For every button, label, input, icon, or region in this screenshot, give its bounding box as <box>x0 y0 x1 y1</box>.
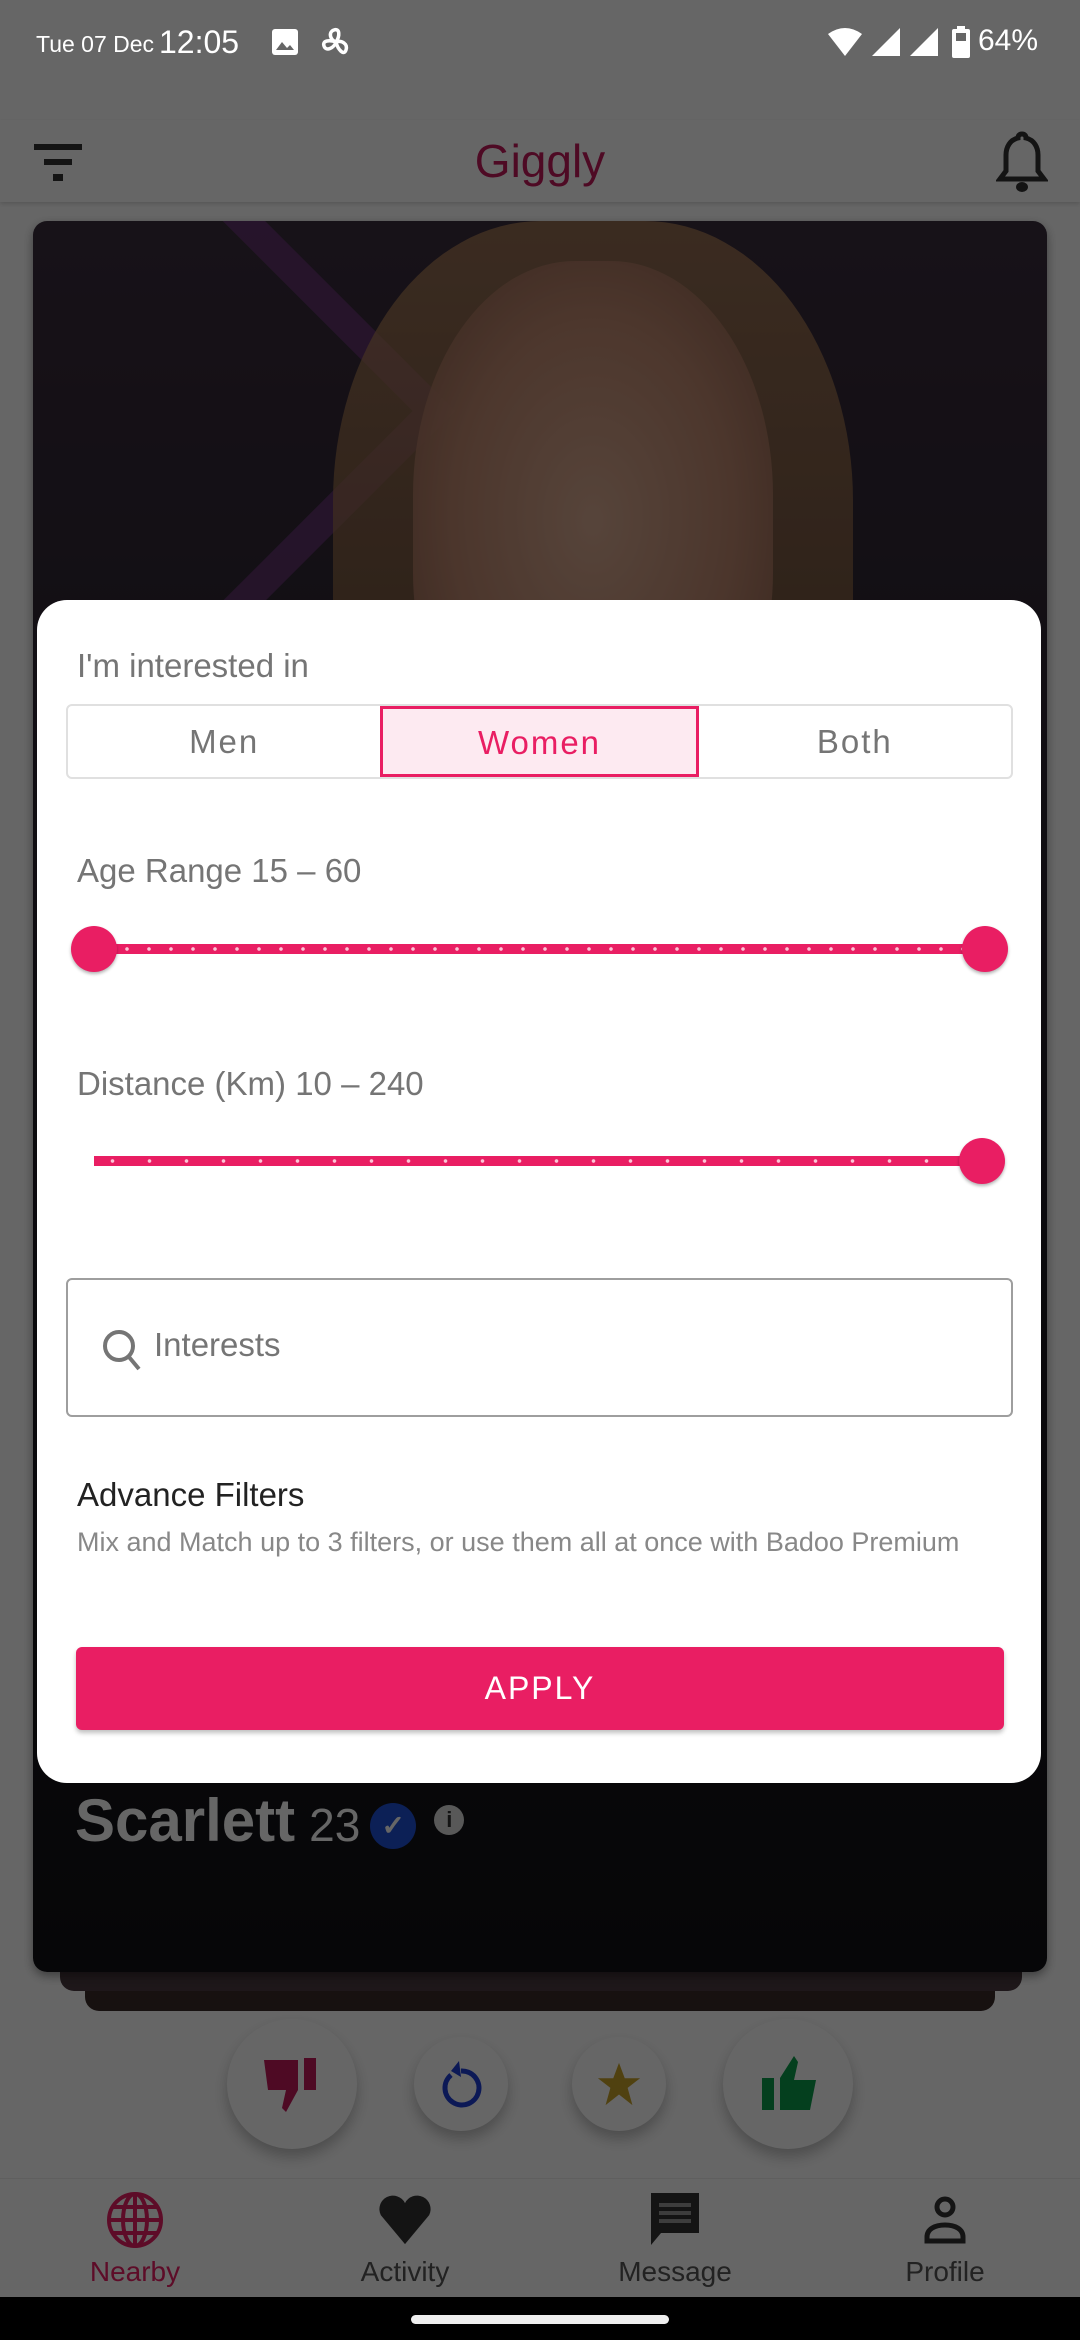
age-min-thumb[interactable] <box>71 926 117 972</box>
age-range-label: Age Range 15 – 60 <box>77 852 362 889</box>
option-women[interactable]: Women <box>380 706 699 777</box>
age-range-slider[interactable] <box>71 926 1008 972</box>
star-icon <box>597 2062 641 2106</box>
status-time: 12:05 <box>159 24 240 60</box>
app-title: Giggly <box>474 135 606 187</box>
globe-icon <box>107 2192 163 2248</box>
age-max-thumb[interactable] <box>962 926 1008 972</box>
distance-label: Distance (Km) 10 – 240 <box>77 1065 424 1102</box>
option-both[interactable]: Both <box>699 706 1011 777</box>
undo-icon <box>442 2061 482 2108</box>
distance-track <box>94 1156 982 1166</box>
apply-button[interactable]: APPLY <box>76 1647 1004 1730</box>
bottom-nav: Nearby Activity Message Profile <box>0 2178 1080 2297</box>
interested-in-label: I'm interested in <box>77 647 309 684</box>
favorite-button[interactable] <box>572 2037 666 2131</box>
verified-badge-icon: ✓ <box>370 1803 417 1849</box>
bell-icon[interactable] <box>996 130 1048 194</box>
nav-label: Message <box>618 2256 732 2287</box>
signal-icon <box>910 28 938 56</box>
battery-percent: 64% <box>978 24 1039 57</box>
advance-filters-description: Mix and Match up to 3 filters, or use th… <box>77 1527 960 1557</box>
status-date: Tue 07 Dec <box>36 31 155 57</box>
interests-placeholder[interactable]: Interests <box>154 1326 281 1364</box>
option-men[interactable]: Men <box>68 706 380 777</box>
profile-name-row: Scarlett 23 ✓ i <box>75 1786 465 1855</box>
gender-segmented-control: Men Women Both <box>66 704 1013 779</box>
profile-name: Scarlett <box>75 1787 296 1854</box>
battery-icon <box>952 26 970 58</box>
like-button[interactable] <box>723 2019 853 2149</box>
distance-slider[interactable] <box>94 1138 1005 1184</box>
info-icon[interactable]: i <box>434 1805 465 1835</box>
nav-item-activity[interactable]: Activity <box>270 2179 540 2298</box>
wifi-icon <box>828 28 862 56</box>
thumbs-down-icon <box>264 2058 316 2112</box>
nav-label: Profile <box>905 2256 985 2287</box>
nav-item-message[interactable]: Message <box>540 2179 810 2298</box>
advance-filters-title: Advance Filters <box>77 1476 305 1513</box>
nav-label: Activity <box>360 2256 450 2287</box>
heart-icon <box>379 2195 431 2245</box>
distance-thumb[interactable] <box>959 1138 1005 1184</box>
nav-item-nearby[interactable]: Nearby <box>0 2179 270 2298</box>
profile-age: 23 <box>309 1799 361 1851</box>
image-icon <box>272 29 298 55</box>
search-icon <box>103 1330 141 1371</box>
filter-dialog: I'm interested in Men Women Both Age Ran… <box>37 600 1041 1783</box>
status-bar: Tue 07 Dec 12:05 64% <box>0 0 1080 120</box>
undo-button[interactable] <box>414 2037 508 2131</box>
app-bar: Giggly <box>0 120 1080 202</box>
age-track <box>94 944 985 954</box>
nav-label: Nearby <box>89 2256 181 2287</box>
message-icon <box>651 2193 699 2245</box>
home-gesture-handle[interactable] <box>411 2315 669 2324</box>
fan-icon <box>321 27 349 55</box>
signal-icon <box>872 28 900 56</box>
thumbs-up-icon <box>762 2056 816 2110</box>
nav-item-profile[interactable]: Profile <box>810 2179 1080 2298</box>
dislike-button[interactable] <box>227 2019 357 2149</box>
interests-search-field[interactable]: Interests <box>66 1278 1013 1417</box>
person-icon <box>924 2196 966 2244</box>
